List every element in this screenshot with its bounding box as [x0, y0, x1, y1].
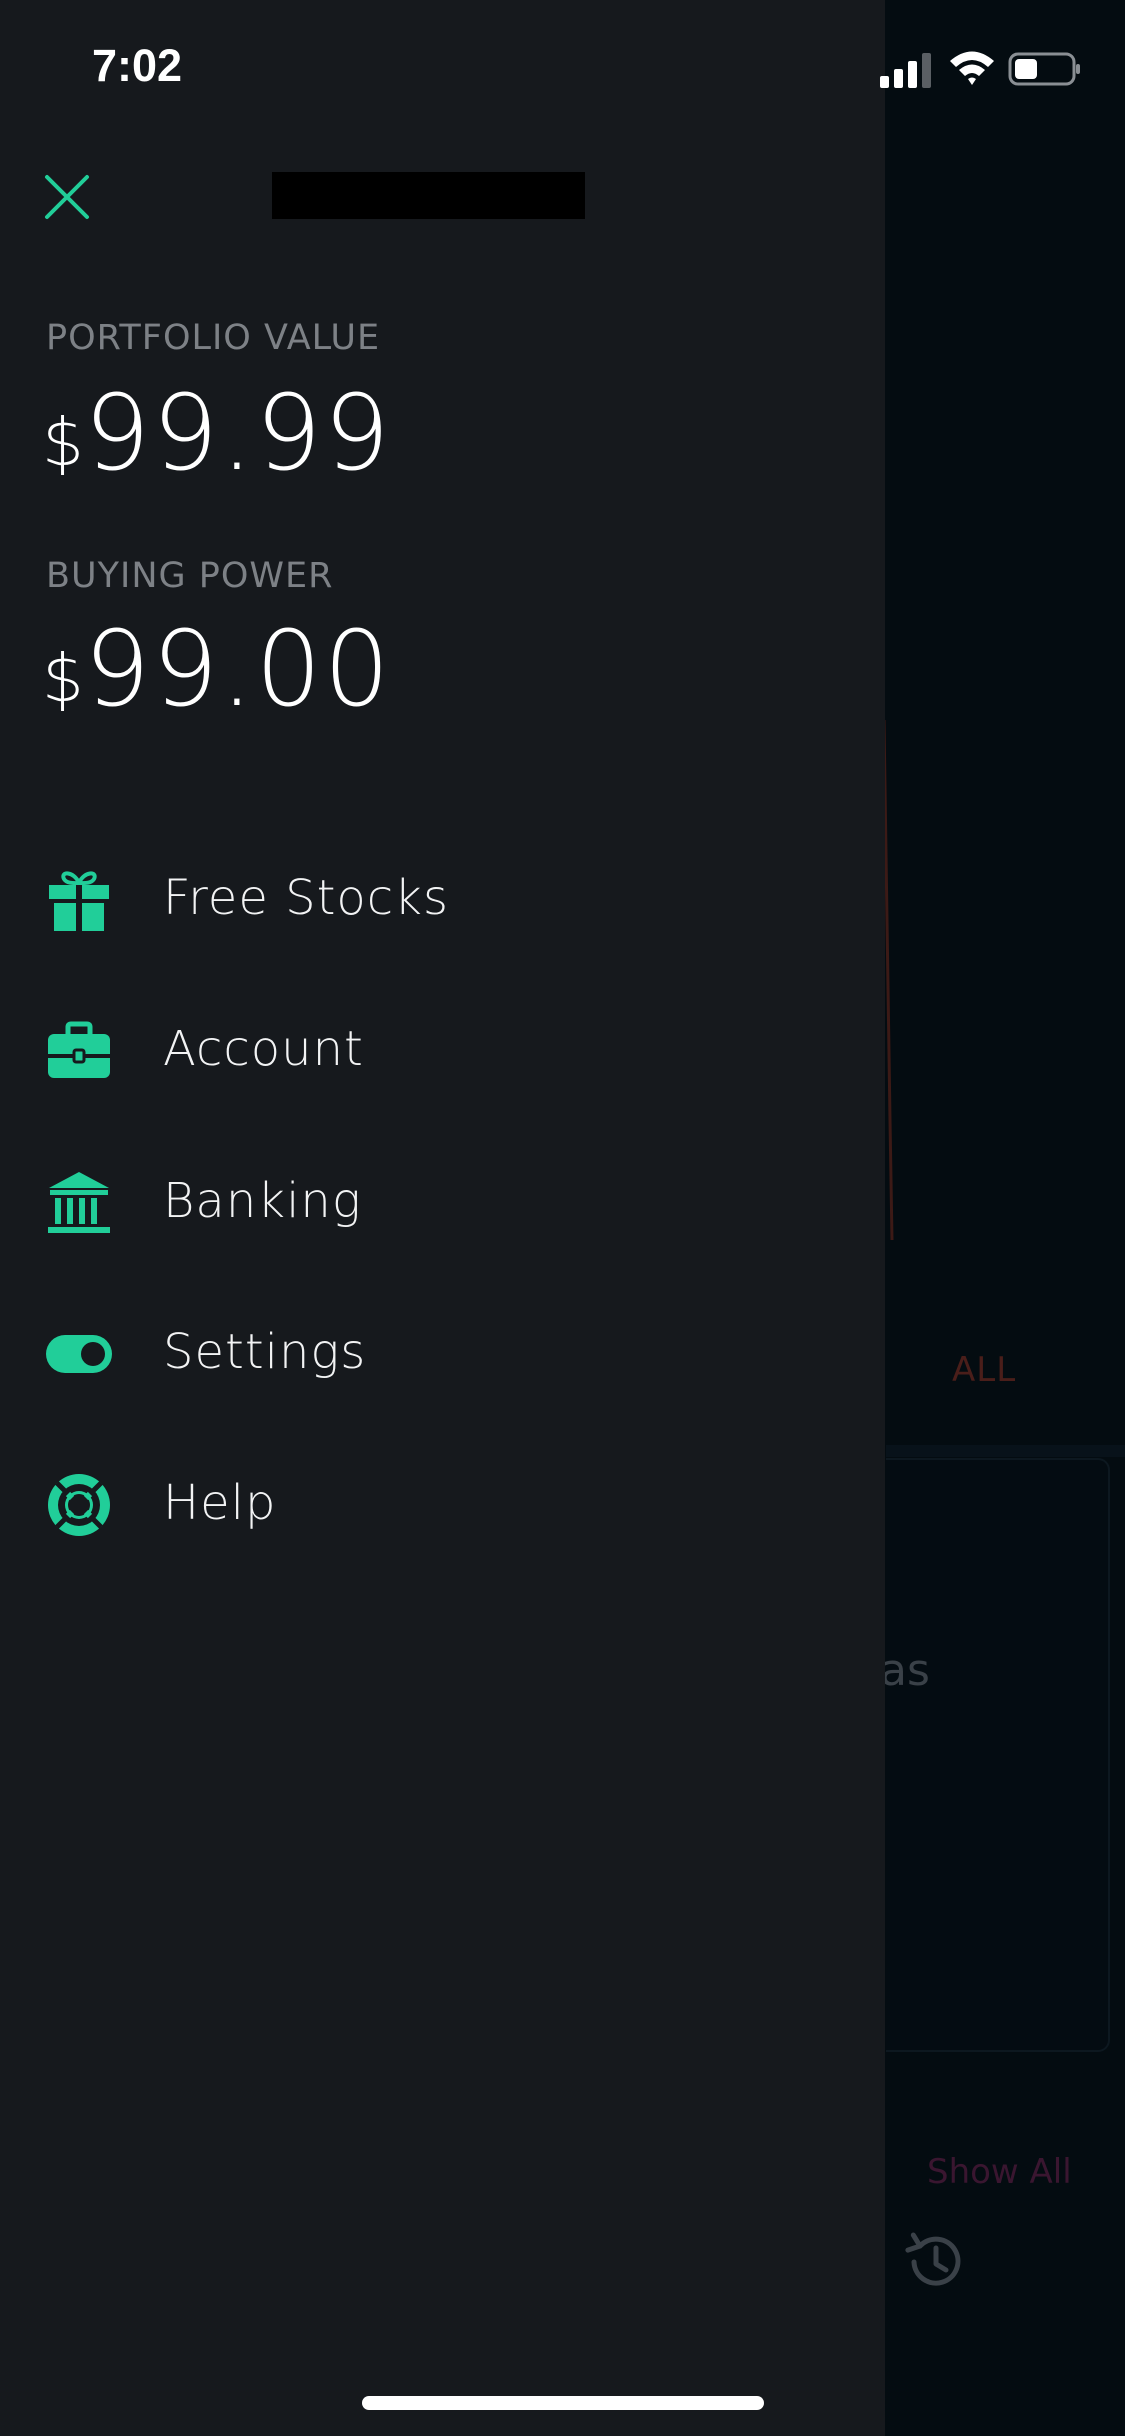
bank-icon: [48, 1172, 110, 1233]
side-drawer: 7:02 PORTFOLIO VALUE $99.99 BUYING POWER…: [0, 0, 885, 2436]
cellular-signal-icon: [880, 53, 931, 88]
menu-item-settings[interactable]: Settings: [0, 1296, 885, 1406]
menu-item-free-stocks[interactable]: Free Stocks: [0, 842, 885, 952]
screen: ALL as Show All 7:02 PORTFOLIO VALUE $99…: [0, 0, 1125, 2436]
close-icon: [45, 175, 89, 219]
menu-label-help: Help: [163, 1475, 277, 1531]
toggle-icon: [46, 1335, 112, 1373]
portfolio-currency: $: [42, 404, 84, 481]
status-time: 7:02: [92, 40, 183, 91]
lifebuoy-icon: [48, 1474, 110, 1536]
close-button[interactable]: [42, 172, 92, 222]
menu-label-settings: Settings: [163, 1324, 367, 1380]
battery-icon: [1008, 52, 1080, 86]
buying-power-label: BUYING POWER: [46, 556, 334, 596]
gift-icon: [49, 871, 109, 931]
portfolio-value: $99.99: [42, 372, 392, 494]
portfolio-amount: 99.99: [84, 372, 392, 494]
buying-power-currency: $: [42, 640, 84, 717]
background-show-all-link[interactable]: Show All: [927, 2152, 1072, 2192]
portfolio-value-label: PORTFOLIO VALUE: [46, 318, 381, 358]
menu-item-account[interactable]: Account: [0, 993, 885, 1103]
menu-item-help[interactable]: Help: [0, 1447, 885, 1557]
redacted-username: [272, 172, 585, 219]
background-divider: [886, 1445, 1125, 1457]
history-icon[interactable]: [900, 2226, 972, 2298]
background-card-text: as: [880, 1645, 930, 1696]
wifi-icon: [950, 51, 994, 85]
buying-power-value: $99.00: [42, 608, 392, 730]
home-indicator[interactable]: [362, 2396, 764, 2410]
buying-power-amount: 99.00: [84, 608, 392, 730]
background-range-all[interactable]: ALL: [952, 1350, 1016, 1390]
menu-item-banking[interactable]: Banking: [0, 1145, 885, 1255]
menu-label-account: Account: [163, 1021, 364, 1077]
menu-label-banking: Banking: [163, 1173, 362, 1229]
background-card: [886, 1458, 1110, 2052]
menu-label-free-stocks: Free Stocks: [163, 870, 449, 926]
briefcase-icon: [48, 1021, 110, 1078]
